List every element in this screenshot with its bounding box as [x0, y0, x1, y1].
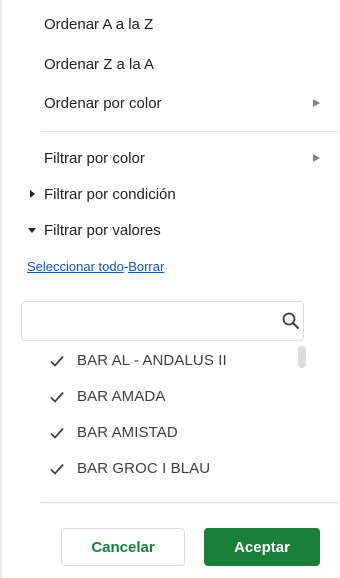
menu-item-filter-by-condition-label: Filtrar por condición: [44, 185, 176, 203]
menu-item-filter-by-values[interactable]: Filtrar por valores: [0, 212, 340, 248]
value-list-item[interactable]: BAR AMISTAD: [40, 416, 290, 450]
values-search-box: [21, 301, 304, 341]
menu-item-sort-by-color-label: Ordenar por color: [44, 94, 162, 112]
value-list-item-label: BAR AL - ANDALUS II: [77, 352, 227, 369]
check-icon: [50, 355, 64, 367]
submenu-arrow-icon: [313, 154, 320, 162]
value-list-item-label: BAR AMISTAD: [77, 424, 178, 441]
select-all-link[interactable]: Seleccionar todo: [27, 259, 124, 274]
expand-right-icon: [30, 190, 35, 198]
value-list-item[interactable]: BAR AL - ANDALUS II: [40, 344, 290, 378]
menu-item-sort-za-label: Ordenar Z a la A: [44, 55, 155, 73]
select-links: Seleccionar todo-Borrar: [27, 259, 164, 274]
ok-button[interactable]: Aceptar: [204, 528, 320, 566]
menu-item-filter-by-color[interactable]: Filtrar por color: [0, 140, 340, 176]
menu-divider: [41, 131, 339, 132]
value-list-item-label: BAR AMADA: [77, 388, 166, 405]
values-search-input[interactable]: [28, 308, 272, 334]
filter-menu-panel: Ordenar A a la Z Ordenar Z a la A Ordena…: [0, 0, 340, 578]
menu-item-filter-by-values-label: Filtrar por valores: [44, 221, 161, 239]
cancel-button[interactable]: Cancelar: [61, 528, 185, 566]
menu-item-sort-az-label: Ordenar A a la Z: [44, 15, 154, 33]
menu-item-filter-by-condition[interactable]: Filtrar por condición: [0, 176, 340, 212]
menu-item-sort-by-color[interactable]: Ordenar por color: [0, 85, 340, 121]
menu-item-filter-by-color-label: Filtrar por color: [44, 149, 145, 167]
value-list-item[interactable]: BAR GROC I BLAU: [40, 452, 290, 486]
value-list-item[interactable]: BAR AMADA: [40, 380, 290, 414]
value-list-item-label: BAR GROC I BLAU: [77, 460, 211, 477]
footer-divider: [41, 502, 339, 503]
submenu-arrow-icon: [313, 99, 320, 107]
clear-link[interactable]: Borrar: [128, 259, 164, 274]
search-icon[interactable]: [281, 311, 301, 331]
collapse-down-icon: [28, 227, 36, 233]
values-scrollbar-thumb[interactable]: [298, 346, 306, 368]
check-icon: [50, 391, 64, 403]
menu-item-sort-az[interactable]: Ordenar A a la Z: [0, 6, 340, 42]
menu-item-sort-za[interactable]: Ordenar Z a la A: [0, 46, 340, 82]
check-icon: [50, 463, 64, 475]
check-icon: [50, 427, 64, 439]
